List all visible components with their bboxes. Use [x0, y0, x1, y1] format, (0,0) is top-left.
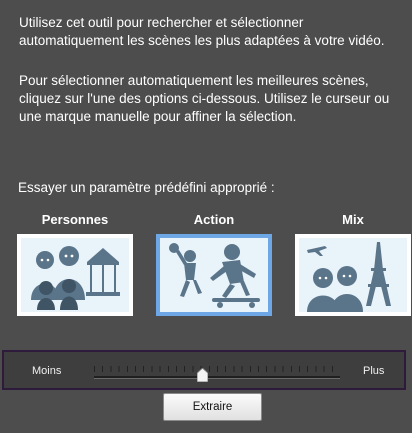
preset-label-personnes: Personnes	[41, 212, 109, 227]
people-carousel-icon	[21, 238, 129, 312]
selection-slider-panel: Moins Plus	[2, 350, 406, 390]
extract-button[interactable]: Extraire	[163, 393, 262, 421]
preset-label-action: Action	[193, 212, 235, 227]
skateboard-action-icon	[160, 238, 268, 312]
preset-label-mix: Mix	[342, 212, 364, 227]
couple-eiffel-tower-icon	[299, 238, 407, 312]
preset-action-button[interactable]	[156, 234, 272, 316]
slider-track[interactable]	[94, 376, 340, 379]
slider-thumb[interactable]	[197, 368, 209, 382]
intro-paragraph-2: Pour sélectionner automatiquement les me…	[19, 73, 390, 124]
intro-paragraph-1: Utilisez cet outil pour rechercher et sé…	[19, 15, 385, 48]
preset-personnes-button[interactable]	[17, 234, 133, 316]
preset-prompt: Essayer un paramètre prédéfini approprié…	[18, 180, 275, 195]
slider-ticks	[94, 366, 340, 372]
preset-mix-button[interactable]	[295, 234, 411, 316]
slider-min-label: Moins	[32, 365, 62, 377]
slider-max-label: Plus	[363, 365, 385, 377]
